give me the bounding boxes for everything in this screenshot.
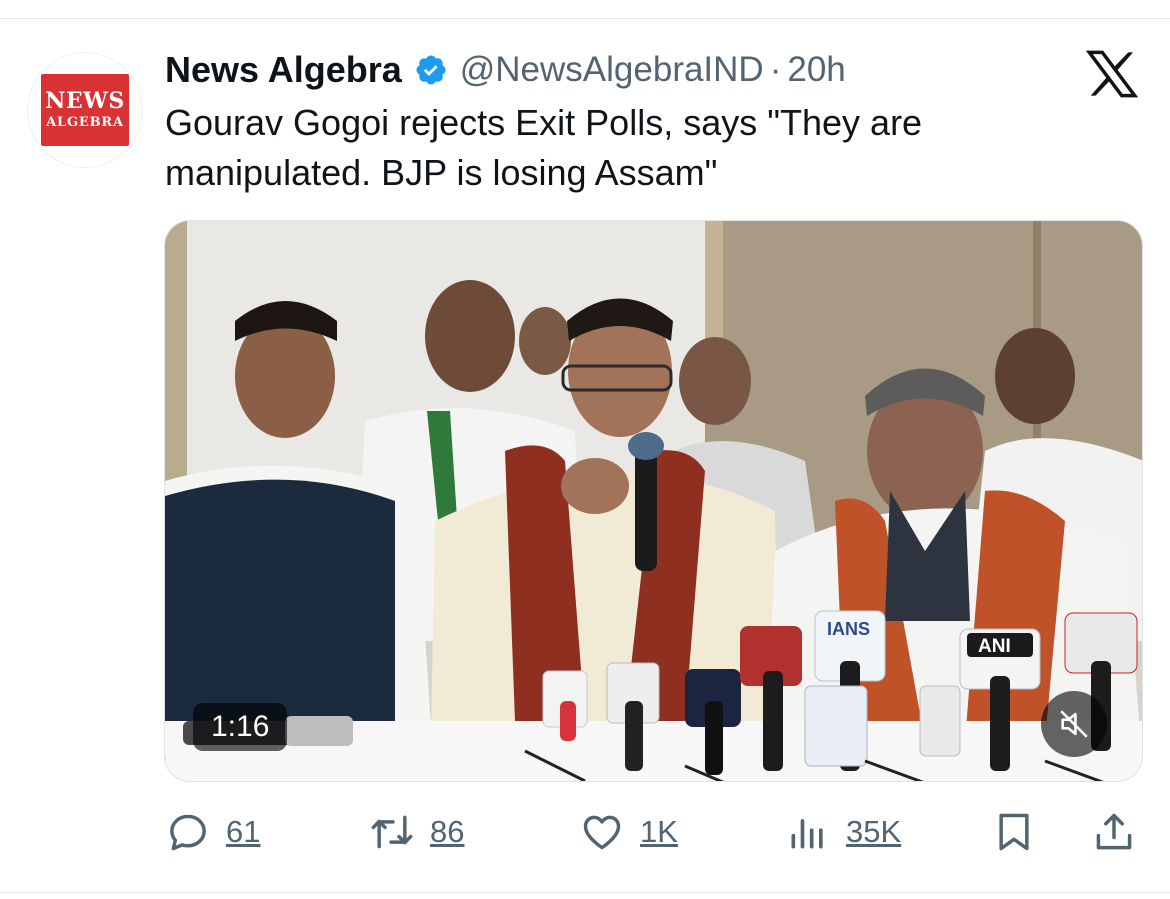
like-icon bbox=[583, 815, 621, 850]
action-bar: 61 86 1K 35K bbox=[0, 800, 1170, 864]
reply-icon bbox=[170, 814, 206, 851]
display-name[interactable]: News Algebra bbox=[165, 49, 402, 91]
video-player[interactable]: IANS ANI 1:16 bbox=[164, 220, 1143, 782]
share-button[interactable] bbox=[1092, 800, 1136, 864]
reply-button[interactable]: 61 bbox=[166, 800, 260, 864]
tweet-text: Gourav Gogoi rejects Exit Polls, says "T… bbox=[165, 98, 1065, 198]
share-icon bbox=[1096, 813, 1132, 850]
like-count[interactable]: 1K bbox=[640, 814, 678, 850]
tweet-header: News Algebra @NewsAlgebraIND · 20h bbox=[165, 48, 846, 92]
bottom-divider bbox=[0, 892, 1170, 893]
mute-icon bbox=[1060, 710, 1088, 738]
repost-count[interactable]: 86 bbox=[430, 814, 464, 850]
bookmark-icon bbox=[999, 813, 1029, 851]
x-logo-icon bbox=[1086, 50, 1138, 98]
top-divider bbox=[0, 18, 1170, 19]
views-icon bbox=[791, 819, 823, 849]
ani-mic-label: ANI bbox=[978, 636, 1011, 657]
verified-badge-icon bbox=[416, 55, 446, 85]
video-frame: IANS ANI bbox=[165, 221, 1142, 781]
view-count[interactable]: 35K bbox=[846, 814, 901, 850]
repost-button[interactable]: 86 bbox=[370, 800, 464, 864]
ians-mic-label: IANS bbox=[827, 619, 870, 639]
time-separator: · bbox=[769, 50, 782, 89]
video-duration: 1:16 bbox=[193, 703, 288, 751]
reply-count[interactable]: 61 bbox=[226, 814, 260, 850]
avatar[interactable]: NEWS ALGEBRA bbox=[27, 52, 143, 168]
news-algebra-logo: NEWS ALGEBRA bbox=[41, 74, 129, 146]
logo-line-1: NEWS bbox=[45, 88, 125, 114]
views-button[interactable]: 35K bbox=[786, 800, 901, 864]
post-time[interactable]: 20h bbox=[787, 50, 845, 90]
logo-line-2: ALGEBRA bbox=[46, 115, 124, 130]
tweet-text-line-2: manipulated. BJP is losing Assam" bbox=[165, 152, 718, 193]
user-handle[interactable]: @NewsAlgebraIND bbox=[460, 50, 764, 90]
repost-icon bbox=[371, 815, 413, 849]
tweet-text-line-1: Gourav Gogoi rejects Exit Polls, says "T… bbox=[165, 102, 923, 143]
like-button[interactable]: 1K bbox=[580, 800, 678, 864]
bookmark-button[interactable] bbox=[992, 800, 1036, 864]
mute-button[interactable] bbox=[1041, 691, 1107, 757]
